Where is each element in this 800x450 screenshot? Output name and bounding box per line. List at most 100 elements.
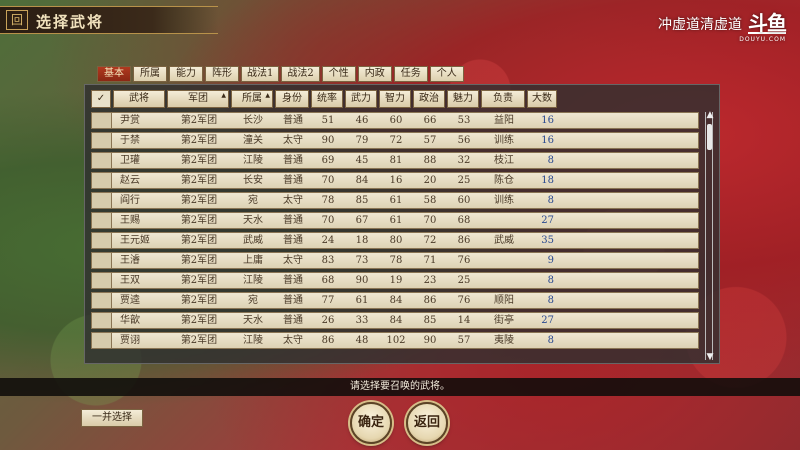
row-checkbox[interactable] — [92, 153, 112, 168]
cell-1: 第2军团 — [180, 135, 218, 146]
row-checkbox[interactable] — [92, 253, 112, 268]
table-row[interactable]: 于禁 第2军团 潼关 太守 90 79 72 57 56 训练 16 — [91, 132, 699, 149]
column-header-8[interactable]: 魅力 — [447, 90, 479, 108]
table-row[interactable]: 王元姬 第2军团 武威 普通 24 18 80 72 86 武威 35 — [91, 232, 699, 249]
column-header-0[interactable]: 武将 — [113, 90, 165, 108]
stream-brand-logo: 斗鱼 — [748, 11, 787, 35]
cell-9 — [482, 253, 526, 268]
row-checkbox[interactable] — [92, 113, 112, 128]
cell-4: 69 — [321, 155, 335, 166]
cell-3: 普通 — [283, 175, 303, 186]
cell-10: 9 — [547, 255, 554, 266]
cell-7: 66 — [423, 115, 437, 126]
stream-watermark: 冲虚道清虚道 斗鱼 DOUYU.COM — [658, 11, 787, 43]
cell-0: 于禁 — [120, 135, 140, 146]
table-row[interactable]: 王双 第2军团 江陵 普通 68 90 19 23 25 8 — [91, 272, 699, 289]
cell-9: 陈仓 — [494, 175, 514, 186]
column-header-10[interactable]: 大数 — [527, 90, 557, 108]
cell-3: 普通 — [283, 295, 303, 306]
scroll-down-icon[interactable]: ▼ — [703, 352, 717, 362]
cell-8: 56 — [457, 135, 471, 146]
cell-2: 宛 — [248, 295, 258, 306]
row-checkbox[interactable] — [92, 233, 112, 248]
table-row[interactable]: 阎行 第2军团 宛 太守 78 85 61 58 60 训练 8 — [91, 192, 699, 209]
select-all-check-icon[interactable]: ✓ — [91, 90, 111, 108]
table-row[interactable]: 赵云 第2军团 长安 普通 70 84 16 20 25 陈仓 18 — [91, 172, 699, 189]
table-row[interactable]: 王濬 第2军团 上庸 太守 83 73 78 71 76 9 — [91, 252, 699, 269]
officer-table-body: 尹赏 第2军团 长沙 普通 51 46 60 66 53 益阳 16 于禁 第2军团 潼关 太守 90 79 72… — [91, 112, 699, 360]
instruction-message: 请选择要召唤的武将。 — [0, 378, 800, 396]
cell-9: 夷陵 — [494, 335, 514, 346]
tab-0[interactable]: 基本 — [97, 66, 131, 82]
tab-7[interactable]: 内政 — [357, 66, 392, 82]
cell-1: 第2军团 — [180, 255, 218, 266]
table-row[interactable]: 卫瓘 第2军团 江陵 普通 69 45 81 88 32 枝江 8 — [91, 152, 699, 169]
cell-2: 江陵 — [243, 155, 263, 166]
column-header-5[interactable]: 武力 — [345, 90, 377, 108]
tab-9[interactable]: 个人 — [429, 66, 464, 82]
cell-1: 第2军团 — [180, 215, 218, 226]
cell-4: 70 — [321, 175, 335, 186]
row-checkbox[interactable] — [92, 293, 112, 308]
cell-5: 73 — [355, 255, 369, 266]
row-checkbox[interactable] — [92, 313, 112, 328]
tab-5[interactable]: 战法2 — [281, 66, 320, 82]
select-all-button[interactable]: 一并选择 — [81, 409, 143, 427]
cell-8: 25 — [457, 175, 471, 186]
scroll-up-icon[interactable]: ▲ — [703, 110, 717, 120]
cell-10: 8 — [547, 275, 554, 286]
row-checkbox[interactable] — [92, 173, 112, 188]
cell-1: 第2军团 — [180, 175, 218, 186]
table-row[interactable]: 贾逵 第2军团 宛 普通 77 61 84 86 76 顺阳 8 — [91, 292, 699, 309]
cell-5: 79 — [355, 135, 369, 146]
confirm-button[interactable]: 确定 — [350, 402, 392, 444]
cell-1: 第2军团 — [180, 295, 218, 306]
cell-2: 长沙 — [243, 115, 263, 126]
cell-0: 赵云 — [120, 175, 140, 186]
table-row[interactable]: 华歆 第2军团 天水 普通 26 33 84 85 14 街亭 27 — [91, 312, 699, 329]
column-header-2[interactable]: 所属 — [231, 88, 273, 108]
tab-1[interactable]: 所属 — [133, 66, 167, 82]
column-header-3[interactable]: 身份 — [275, 90, 309, 108]
row-checkbox[interactable] — [92, 273, 112, 288]
column-header-1[interactable]: 军团 — [167, 88, 229, 108]
table-row[interactable]: 尹赏 第2军团 长沙 普通 51 46 60 66 53 益阳 16 — [91, 112, 699, 129]
column-header-4[interactable]: 统率 — [311, 90, 343, 108]
cell-9: 训练 — [494, 135, 514, 146]
cell-10: 16 — [541, 135, 554, 146]
tab-3[interactable]: 阵形 — [205, 66, 239, 82]
tab-6[interactable]: 个性 — [321, 66, 356, 82]
column-header-7[interactable]: 政治 — [413, 90, 445, 108]
scroll-thumb[interactable] — [707, 124, 712, 150]
cell-6: 78 — [389, 255, 403, 266]
cell-10: 27 — [541, 215, 554, 226]
cell-8: 57 — [457, 335, 471, 346]
cell-6: 60 — [389, 115, 403, 126]
cell-2: 潼关 — [243, 135, 263, 146]
cell-5: 48 — [355, 335, 369, 346]
tab-2[interactable]: 能力 — [169, 66, 203, 82]
row-checkbox[interactable] — [92, 333, 112, 348]
cell-9: 枝江 — [494, 155, 514, 166]
cell-2: 江陵 — [243, 275, 263, 286]
row-checkbox[interactable] — [92, 133, 112, 148]
tab-4[interactable]: 战法1 — [241, 66, 280, 82]
column-header-9[interactable]: 负责 — [481, 90, 525, 108]
cell-3: 普通 — [283, 275, 303, 286]
cell-5: 18 — [355, 235, 369, 246]
cell-2: 上庸 — [243, 255, 263, 266]
cell-4: 68 — [321, 275, 335, 286]
back-button[interactable]: 返回 — [406, 402, 448, 444]
cell-10: 8 — [547, 195, 554, 206]
cell-3: 太守 — [283, 335, 303, 346]
cell-4: 51 — [321, 115, 335, 126]
row-checkbox[interactable] — [92, 193, 112, 208]
table-row[interactable]: 王赐 第2军团 天水 普通 70 67 61 70 68 27 — [91, 212, 699, 229]
scrollbar[interactable]: ▲ ▼ — [705, 110, 713, 362]
cell-4: 77 — [321, 295, 335, 306]
row-checkbox[interactable] — [92, 213, 112, 228]
tab-8[interactable]: 任务 — [393, 66, 428, 82]
column-header-6[interactable]: 智力 — [379, 90, 411, 108]
table-row[interactable]: 贾诩 第2军团 江陵 太守 86 48 102 90 57 夷陵 8 — [91, 332, 699, 349]
cell-8: 60 — [457, 195, 471, 206]
